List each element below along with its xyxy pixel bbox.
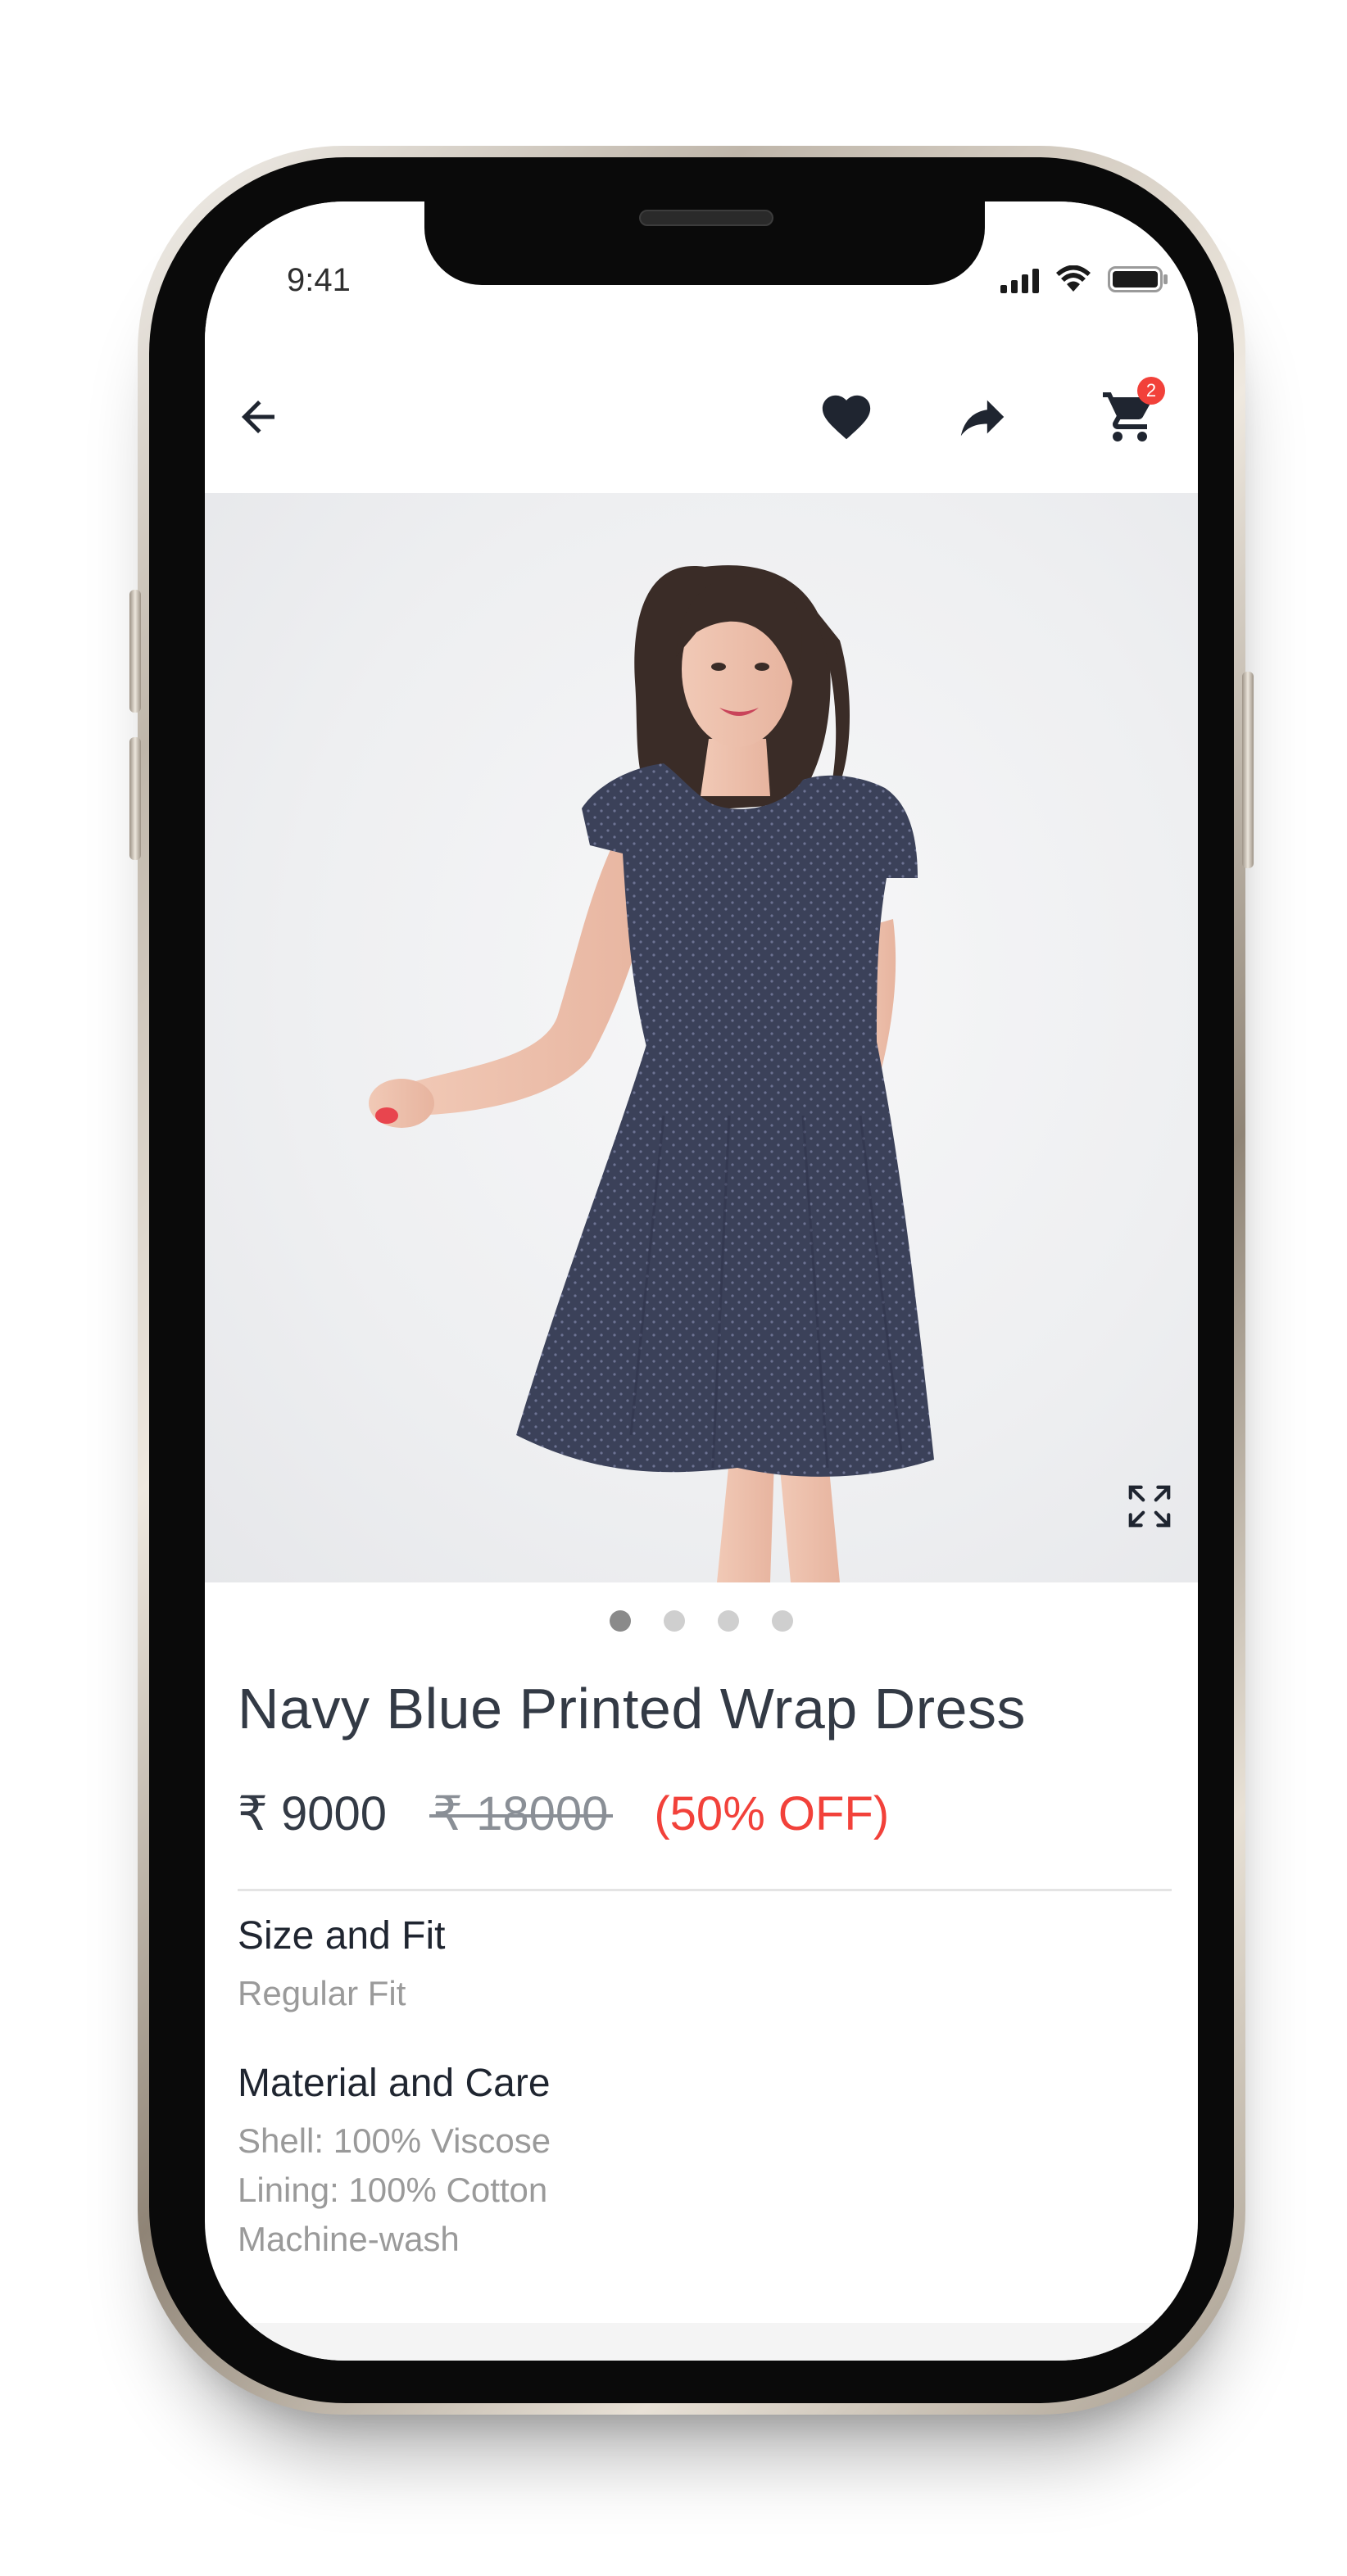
bottom-strip — [205, 2323, 1198, 2361]
heart-icon[interactable] — [814, 385, 878, 449]
size-fit-value: Regular Fit — [238, 1974, 406, 2012]
status-time: 9:41 — [287, 262, 351, 298]
discount-badge: (50% OFF) — [654, 1787, 890, 1840]
carousel-dots — [205, 1610, 1198, 1635]
battery-icon — [1108, 265, 1170, 293]
carousel-dot[interactable] — [664, 1610, 685, 1632]
size-fit-heading: Size and Fit — [238, 1914, 446, 1958]
material-care-line: Lining: 100% Cotton — [238, 2171, 548, 2209]
price-row: ₹ 9000 ₹ 18000 (50% OFF) — [238, 1786, 889, 1841]
phone-power-button — [1242, 672, 1254, 868]
divider — [238, 1889, 1172, 1891]
material-care-line: Machine-wash — [238, 2220, 460, 2258]
material-care-heading: Material and Care — [238, 2062, 551, 2105]
phone-side-button — [129, 590, 141, 713]
material-care-line: Shell: 100% Viscose — [238, 2121, 551, 2160]
app-bar: 2 — [205, 341, 1198, 493]
carousel-dot[interactable] — [718, 1610, 739, 1632]
share-icon[interactable] — [950, 385, 1014, 449]
wifi-icon — [1055, 265, 1091, 293]
carousel-dot[interactable] — [772, 1610, 793, 1632]
page: 9:41 2 Navy Blue Printed Wrap Dress ₹ 90… — [0, 0, 1347, 2576]
product-mrp: ₹ 18000 — [429, 1787, 614, 1840]
status-icons — [1000, 265, 1170, 293]
product-image[interactable] — [205, 493, 1198, 1582]
phone-speaker — [639, 210, 773, 226]
signal-icon — [1000, 267, 1039, 293]
phone-side-button — [129, 737, 141, 860]
phone-notch — [424, 201, 985, 285]
cart-icon[interactable]: 2 — [1098, 377, 1165, 449]
back-arrow-icon[interactable] — [229, 388, 287, 446]
carousel-dot[interactable] — [610, 1610, 631, 1632]
product-price: ₹ 9000 — [238, 1787, 388, 1840]
expand-icon[interactable] — [1121, 1478, 1178, 1535]
phone-screen: 9:41 2 Navy Blue Printed Wrap Dress ₹ 90… — [205, 201, 1198, 2361]
product-title: Navy Blue Printed Wrap Dress — [238, 1677, 1026, 1741]
cart-badge: 2 — [1137, 377, 1165, 405]
